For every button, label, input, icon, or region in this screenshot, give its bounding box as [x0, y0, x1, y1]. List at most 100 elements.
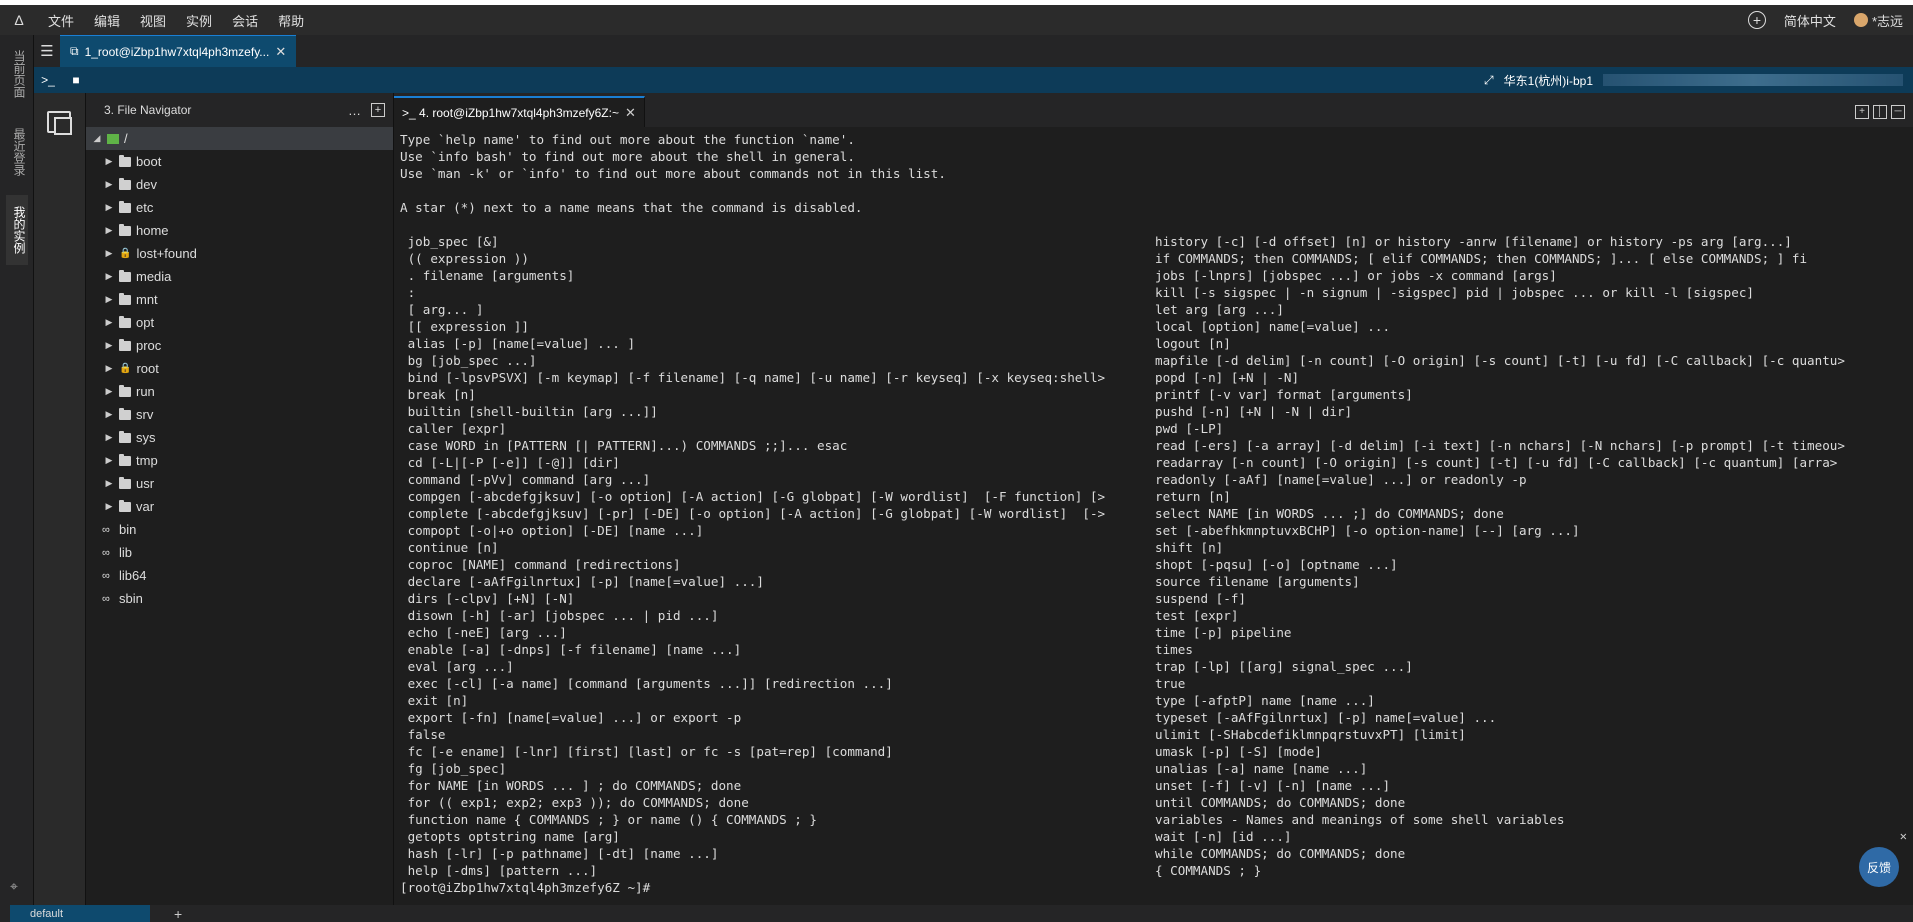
folder-icon — [119, 292, 131, 305]
rail-item-my-instances[interactable]: 我的实例 — [6, 195, 28, 265]
new-pane-icon[interactable]: + — [371, 102, 385, 117]
expand-icon[interactable]: ⤢ — [1484, 73, 1494, 88]
caret-right-icon[interactable]: ▶ — [104, 156, 114, 167]
tree-item[interactable]: ∞ sbin — [86, 587, 393, 610]
tree-item[interactable]: ▶ boot — [86, 150, 393, 173]
builtin-line: declare [-aAfFgilnrtux] [-p] [name[=valu… — [400, 574, 764, 589]
builtin-line: job_spec [&] — [400, 234, 499, 249]
caret-right-icon[interactable]: ▶ — [104, 455, 114, 466]
builtin-line: cd [-L|[-P [-e]] [-@]] [dir] — [400, 455, 620, 470]
statusbar: default + — [0, 905, 1913, 922]
caret-right-icon[interactable]: ▶ — [104, 340, 114, 351]
tree-item[interactable]: ▶ run — [86, 380, 393, 403]
more-icon[interactable]: … — [348, 103, 361, 118]
builtin-line: time [-p] pipeline — [1155, 625, 1292, 640]
terminal-actions: + │ ─ — [1855, 105, 1913, 127]
caret-right-icon[interactable]: ▶ — [104, 202, 114, 213]
tree-item-label: tmp — [136, 453, 158, 468]
builtin-line: echo [-neE] [arg ...] — [400, 625, 567, 640]
menu-item[interactable]: 文件 — [38, 11, 84, 30]
caret-right-icon[interactable]: ▶ — [104, 271, 114, 282]
terminal-output[interactable]: Type `help name' to find out more about … — [394, 127, 1913, 905]
avatar — [1853, 13, 1868, 27]
caret-right-icon[interactable]: ▶ — [104, 317, 114, 328]
menu-item[interactable]: 实例 — [176, 11, 222, 30]
split-horizontal-icon[interactable]: ─ — [1891, 105, 1905, 119]
tree-item[interactable]: ▶ proc — [86, 334, 393, 357]
status-tab-default[interactable]: default — [10, 905, 150, 922]
close-icon[interactable]: ✕ — [275, 44, 286, 60]
close-feedback-icon[interactable]: ✕ — [1900, 829, 1907, 843]
menu-item[interactable]: 视图 — [130, 11, 176, 30]
tree-item[interactable]: ▶ etc — [86, 196, 393, 219]
caret-right-icon[interactable]: ▶ — [104, 363, 114, 374]
tree-item[interactable]: ▶ usr — [86, 472, 393, 495]
menu-toggle-icon[interactable]: ☰ — [34, 35, 60, 67]
close-icon[interactable]: ✕ — [625, 105, 636, 121]
tree-item[interactable]: ▶ media — [86, 265, 393, 288]
caret-right-icon[interactable]: ▶ — [104, 179, 114, 190]
terminal-tab[interactable]: >_ 4. root@iZbp1hw7xtql4ph3mzefy6Z:~ ✕ — [394, 96, 645, 127]
tree-item[interactable]: ∞ lib — [86, 541, 393, 564]
split-vertical-icon[interactable]: │ — [1873, 105, 1887, 119]
tree-item[interactable]: ∞ bin — [86, 518, 393, 541]
lock-icon: 🔒 — [119, 363, 132, 374]
caret-right-icon[interactable]: ▶ — [104, 248, 114, 259]
caret-down-icon[interactable]: ◢ — [92, 133, 102, 144]
builtin-line: [ arg... ] — [400, 302, 484, 317]
folder-icon[interactable]: ■ — [62, 73, 90, 87]
new-terminal-icon[interactable]: + — [1855, 105, 1869, 119]
terminal-icon[interactable]: >_ — [34, 73, 62, 87]
feedback-button[interactable]: 反馈 — [1859, 847, 1899, 887]
add-circle-icon[interactable]: + — [1747, 11, 1766, 29]
builtin-line: while COMMANDS; do COMMANDS; done — [1155, 846, 1406, 861]
builtin-line: exit [n] — [400, 693, 469, 708]
tree-item[interactable]: ▶ 🔒 root — [86, 357, 393, 380]
tree-item-label: srv — [136, 407, 154, 422]
language-selector[interactable]: 简体中文 — [1784, 11, 1836, 30]
builtin-line: (( expression )) — [400, 251, 529, 266]
caret-right-icon[interactable]: ▶ — [104, 294, 114, 305]
session-toolbar: >_ ■ ⤢ 华东1(杭州)i-bp1 — [34, 67, 1913, 93]
caret-right-icon[interactable]: ▶ — [104, 386, 114, 397]
caret-right-icon[interactable]: ▶ — [104, 478, 114, 489]
builtin-line: trap [-lp] [[arg] signal_spec ...] — [1155, 659, 1413, 674]
tree-item[interactable]: ▶ mnt — [86, 288, 393, 311]
shell-prompt[interactable]: [root@iZbp1hw7xtql4ph3mzefy6Z ~]# — [400, 879, 1907, 896]
user-menu[interactable]: *志远 — [1853, 11, 1903, 30]
caret-right-icon[interactable]: ▶ — [104, 409, 114, 420]
tree-root[interactable]: ◢ / — [86, 127, 393, 150]
caret-right-icon[interactable]: ▶ — [104, 501, 114, 512]
caret-right-icon[interactable]: ▶ — [104, 432, 114, 443]
copy-icon[interactable] — [47, 111, 72, 135]
builtin-line: false — [400, 727, 446, 742]
tree-item[interactable]: ▶ sys — [86, 426, 393, 449]
builtin-list-right: history [-c] [-d offset] [n] or history … — [1155, 233, 1895, 879]
tree-item[interactable]: ▶ home — [86, 219, 393, 242]
builtin-line: case WORD in [PATTERN [| PATTERN]...) CO… — [400, 438, 848, 453]
tree-item-label: root — [136, 361, 159, 376]
builtin-line: source filename [arguments] — [1155, 574, 1360, 589]
link-icon: ∞ — [102, 592, 110, 605]
tree-item-label: media — [136, 269, 172, 284]
file-navigator-header: 3. File Navigator … + — [86, 93, 393, 127]
caret-right-icon[interactable]: ▶ — [104, 225, 114, 236]
tree-item[interactable]: ∞ lib64 — [86, 564, 393, 587]
tree-item[interactable]: ▶ 🔒 lost+found — [86, 242, 393, 265]
add-tab-icon[interactable]: + — [174, 906, 182, 922]
tree-item[interactable]: ▶ srv — [86, 403, 393, 426]
tree-item[interactable]: ▶ opt — [86, 311, 393, 334]
menu-item[interactable]: 帮助 — [268, 11, 314, 30]
rail-item-recent-login[interactable]: 最近登录 — [6, 115, 28, 189]
menu-item[interactable]: 编辑 — [84, 11, 130, 30]
rail-item-current-page[interactable]: 当前页面 — [6, 41, 28, 107]
tree-item[interactable]: ▶ var — [86, 495, 393, 518]
tree-item[interactable]: ▶ tmp — [86, 449, 393, 472]
session-tab[interactable]: ⧉ 1_root@iZbp1hw7xtql4ph3mzefy... ✕ — [60, 35, 297, 67]
pin-icon[interactable]: ⌖ — [10, 878, 18, 895]
tree-item-label: etc — [136, 200, 154, 215]
menu-item[interactable]: 会话 — [222, 11, 268, 30]
tree-item[interactable]: ▶ dev — [86, 173, 393, 196]
